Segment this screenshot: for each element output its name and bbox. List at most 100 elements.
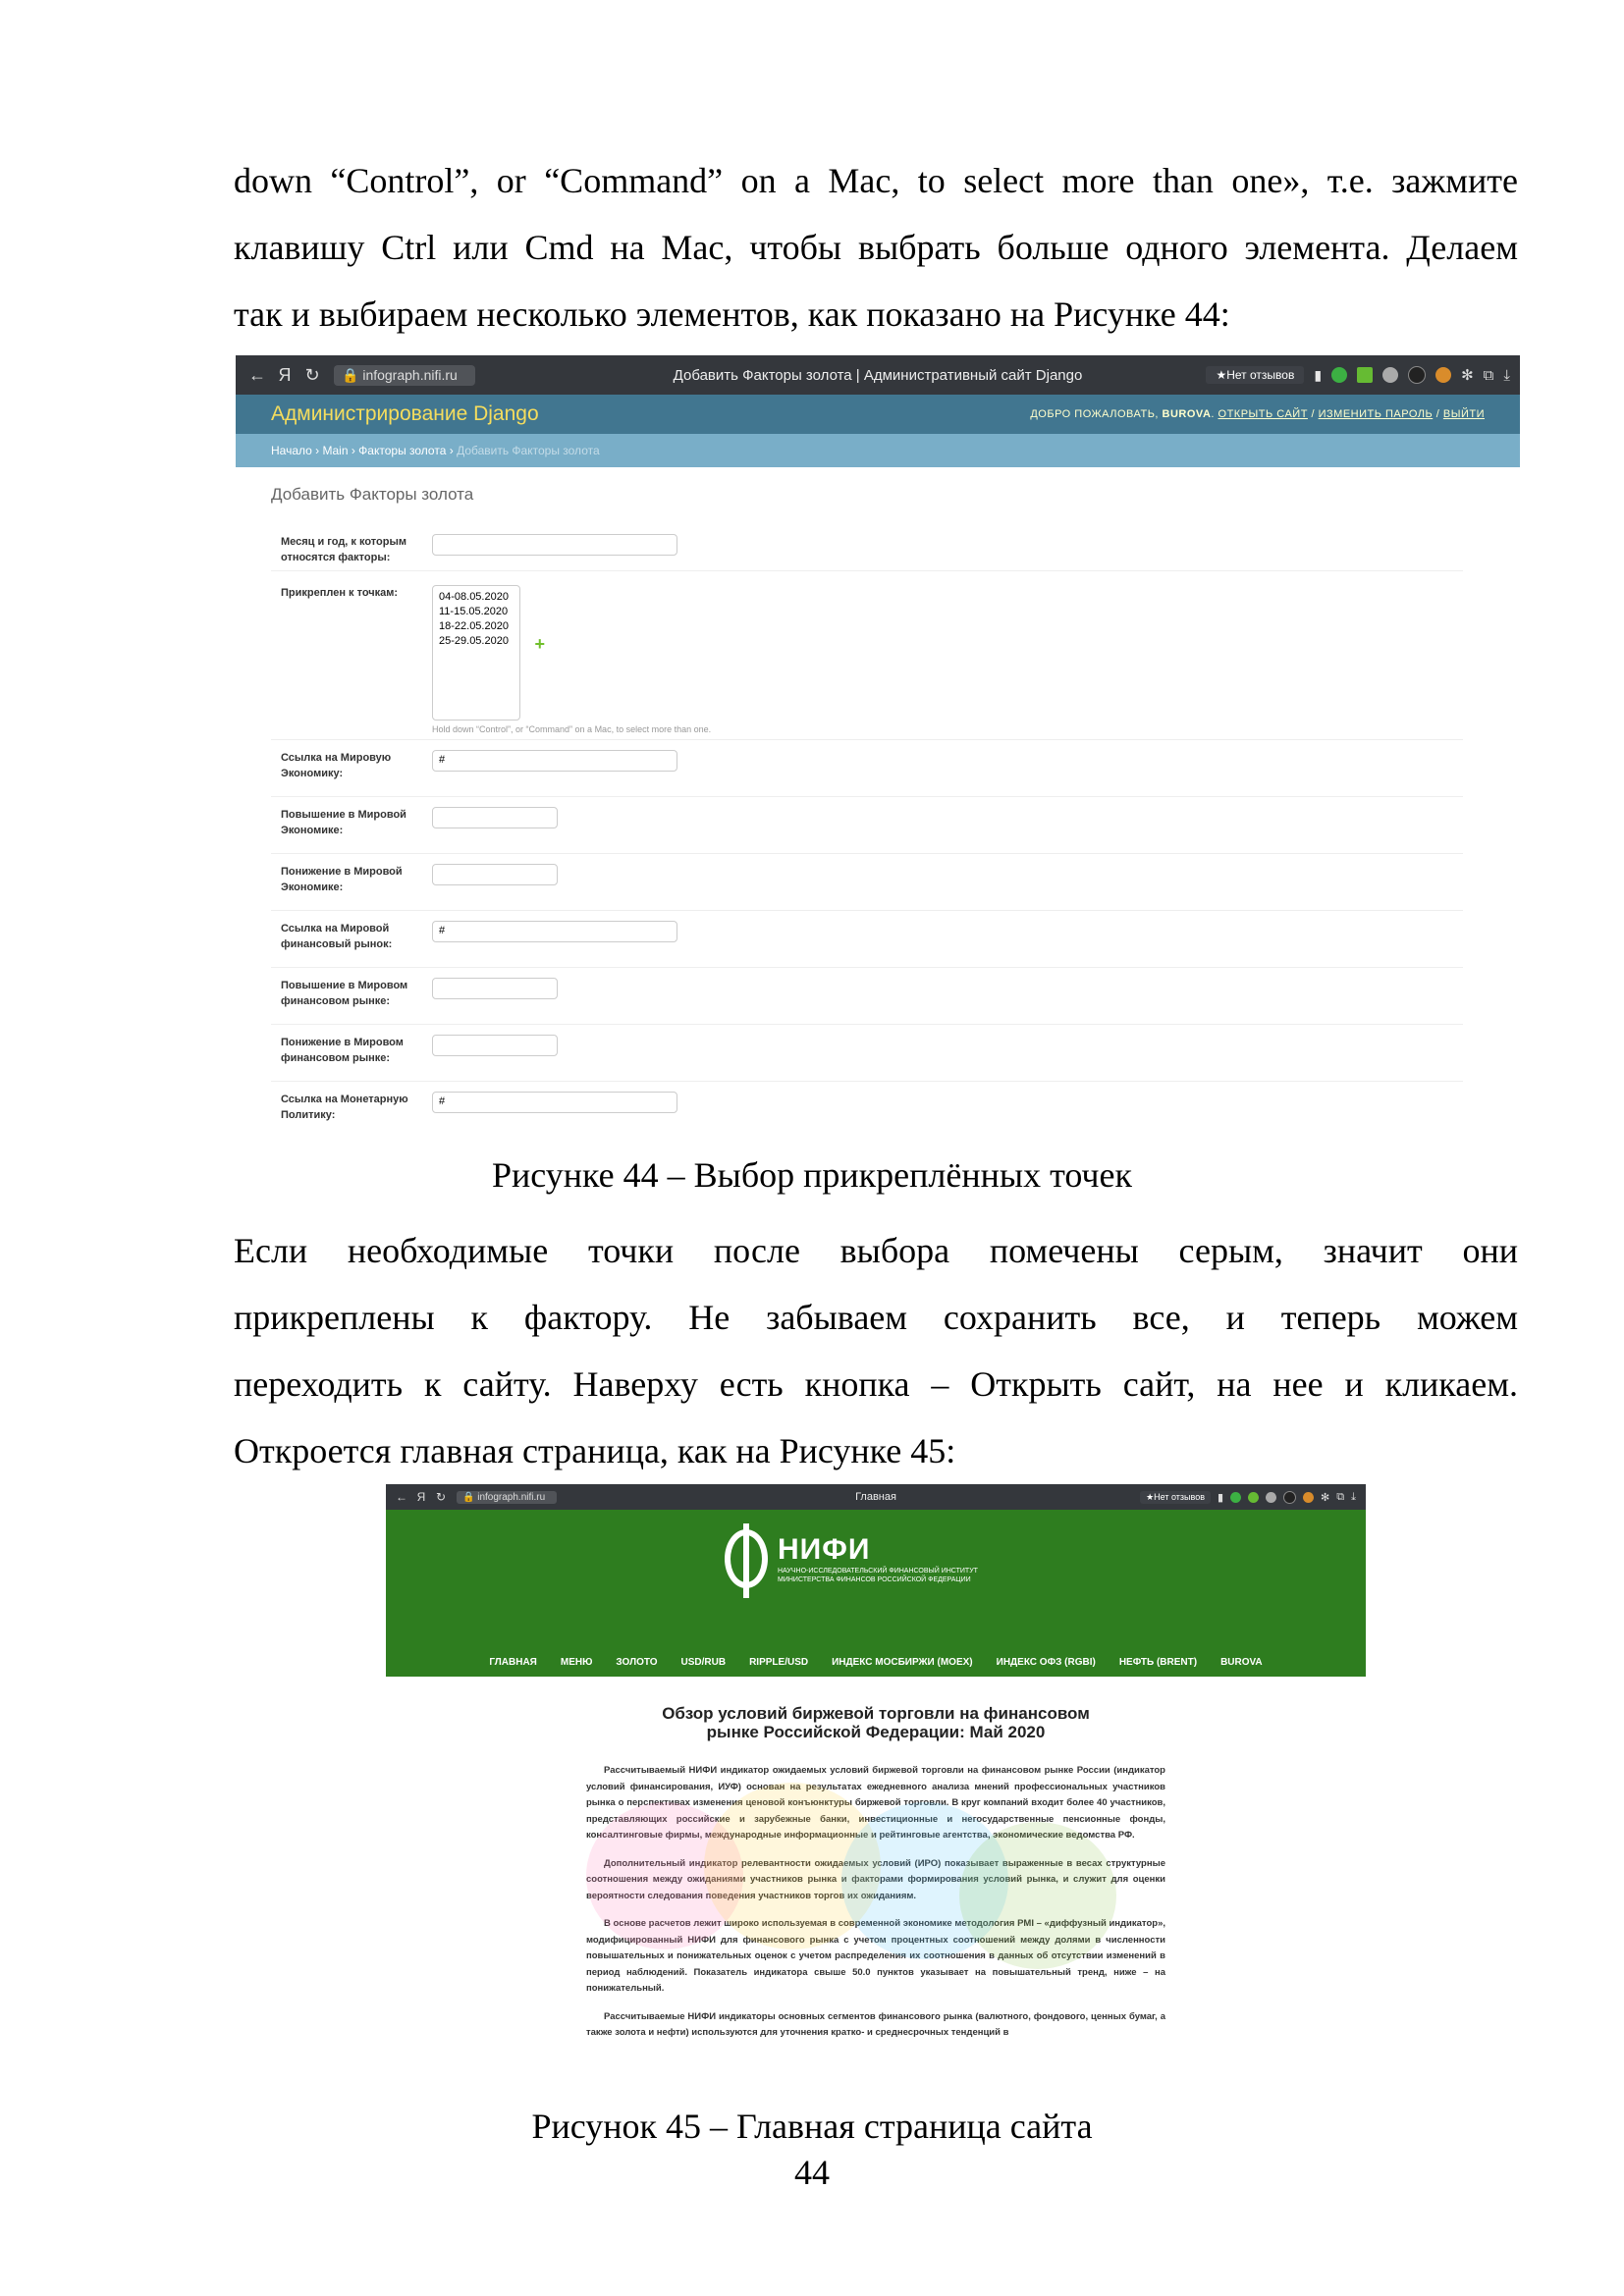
logout-link[interactable]: ВЫЙТИ: [1443, 408, 1485, 420]
react-extension-icon[interactable]: ✻: [1461, 366, 1474, 384]
world-market-down-input[interactable]: [432, 1035, 558, 1056]
world-economy-up-input[interactable]: [432, 807, 558, 828]
browser-extensions: ★Нет отзывов ▮ ✻ ⧉ ⤓: [1140, 1490, 1356, 1504]
breadcrumb-gold-factors[interactable]: Факторы золота: [358, 444, 446, 457]
monetary-policy-link-input[interactable]: #: [432, 1092, 677, 1113]
reload-icon[interactable]: ↻: [298, 365, 326, 386]
nav-item-home[interactable]: ГЛАВНАЯ: [489, 1657, 537, 1668]
nav-item-menu[interactable]: МЕНЮ: [561, 1657, 593, 1668]
nav-item-moex[interactable]: ИНДЕКС МОСБИРЖИ (MOEX): [832, 1657, 973, 1668]
form-row-monetary-policy-link: Ссылка на Монетарную Политику: #: [271, 1082, 1463, 1138]
world-market-link-input[interactable]: #: [432, 921, 677, 942]
admin-content: Добавить Факторы золота Месяц и год, к к…: [236, 485, 1520, 1138]
world-economy-down-input[interactable]: [432, 864, 558, 885]
field-label: Понижение в Мировом финансовом рынке:: [281, 1037, 404, 1064]
download-icon[interactable]: ⤓: [1503, 367, 1510, 384]
reviews-button[interactable]: ★Нет отзывов: [1206, 366, 1305, 384]
chat-extension-icon[interactable]: ⧉: [1336, 1491, 1344, 1504]
article-title-line: рынке Российской Федерации: Май 2020: [706, 1723, 1046, 1741]
breadcrumb-current: Добавить Факторы золота: [457, 444, 600, 457]
back-arrow-icon[interactable]: ←: [244, 365, 271, 386]
chat-extension-icon[interactable]: ⧉: [1484, 367, 1494, 384]
field-label: Прикреплен к точкам:: [281, 587, 399, 599]
field-label: Повышение в Мировом финансовом рынке:: [281, 980, 408, 1007]
select-option[interactable]: 04-08.05.2020: [439, 590, 514, 605]
tab-title: Главная: [855, 1491, 896, 1503]
field-label: Ссылка на Мировую Экономику:: [281, 752, 392, 779]
yandex-icon[interactable]: Я: [271, 365, 298, 386]
month-year-input[interactable]: [432, 534, 677, 556]
nav-item-user[interactable]: BUROVA: [1220, 1657, 1263, 1668]
figure-44-caption: Рисунке 44 – Выбор прикреплённых точек: [492, 1155, 1132, 1195]
cookie-extension-icon[interactable]: [1435, 367, 1452, 383]
nav-item-rippleusd[interactable]: RIPPLE/USD: [749, 1657, 808, 1668]
article-body: Рассчитываемый НИФИ индикатор ожидаемых …: [586, 1763, 1165, 2042]
select-option[interactable]: 11-15.05.2020: [439, 605, 514, 619]
address-bar[interactable]: 🔒 infograph.nifi.ru: [457, 1490, 557, 1504]
globe-extension-icon[interactable]: [1382, 367, 1399, 383]
middle-line: переходить к сайту. Наверху есть кнопка …: [234, 1364, 1518, 1404]
form-row-attached-points: Прикреплен к точкам: 04-08.05.2020 11-15…: [271, 571, 1463, 740]
field-label: Ссылка на Монетарную Политику:: [281, 1094, 408, 1121]
world-market-up-input[interactable]: [432, 978, 558, 999]
select-option[interactable]: 18-22.05.2020: [439, 619, 514, 634]
nav-item-rgbi[interactable]: ИНДЕКС ОФЗ (RGBI): [997, 1657, 1096, 1668]
glasses-extension-icon[interactable]: [1283, 1490, 1297, 1504]
yandex-icon[interactable]: Я: [411, 1490, 431, 1504]
middle-line: Откроется главная страница, как на Рисун…: [234, 1431, 956, 1470]
django-brand[interactable]: Администрирование Django: [271, 402, 539, 426]
url-text: infograph.nifi.ru: [477, 1491, 546, 1503]
shield-extension-icon[interactable]: [1230, 1491, 1242, 1503]
globe-extension-icon[interactable]: [1266, 1491, 1277, 1503]
address-bar[interactable]: 🔒 infograph.nifi.ru: [334, 364, 475, 386]
breadcrumb-main[interactable]: Main: [322, 444, 348, 457]
article-title: Обзор условий биржевой торговли на финан…: [386, 1704, 1366, 1741]
page-number: 44: [794, 2153, 830, 2192]
bookmark-icon[interactable]: ▮: [1314, 367, 1322, 384]
cookie-extension-icon[interactable]: [1303, 1491, 1315, 1503]
logo-name: НИФИ: [778, 1533, 871, 1566]
add-point-plus-icon[interactable]: +: [534, 634, 545, 655]
points-multiselect[interactable]: 04-08.05.2020 11-15.05.2020 18-22.05.202…: [432, 585, 520, 721]
change-password-link[interactable]: ИЗМЕНИТЬ ПАРОЛЬ: [1319, 408, 1434, 420]
nav-item-usdrub[interactable]: USD/RUB: [681, 1657, 727, 1668]
article-title-line: Обзор условий биржевой торговли на финан…: [662, 1704, 1090, 1723]
download-icon[interactable]: ⤓: [1351, 1491, 1356, 1504]
glasses-extension-icon[interactable]: [1408, 366, 1427, 384]
browser-extensions: ★Нет отзывов ▮ ✻ ⧉ ⤓: [1206, 366, 1510, 384]
breadcrumb: Начало › Main › Факторы золота › Добавит…: [236, 434, 1520, 467]
open-site-link[interactable]: ОТКРЫТЬ САЙТ: [1218, 408, 1308, 420]
nav-item-gold[interactable]: ЗОЛОТО: [616, 1657, 657, 1668]
select-option[interactable]: 25-29.05.2020: [439, 634, 514, 649]
middle-line: прикреплены к фактору. Не забываем сохра…: [234, 1298, 1518, 1337]
field-label: Повышение в Мировой Экономике:: [281, 809, 406, 836]
shield-extension-icon[interactable]: [1331, 367, 1348, 383]
form-row-world-economy-up: Повышение в Мировой Экономике:: [271, 797, 1463, 854]
react-extension-icon[interactable]: ✻: [1321, 1491, 1329, 1504]
bookmark-icon[interactable]: ▮: [1218, 1491, 1223, 1504]
reviews-button[interactable]: ★Нет отзывов: [1140, 1490, 1211, 1504]
help-text: Hold down “Control”, or “Command” on a M…: [432, 724, 712, 734]
nifi-logo[interactable]: НИФИ НАУЧНО-ИССЛЕДОВАТЕЛЬСКИЙ ФИНАНСОВЫЙ…: [725, 1523, 978, 1598]
field-label: Понижение в Мировой Экономике:: [281, 866, 403, 893]
middle-line: Если необходимые точки после выбора поме…: [234, 1231, 1518, 1270]
breadcrumb-home[interactable]: Начало: [271, 444, 312, 457]
form-row-world-economy-link: Ссылка на Мировую Экономику: #: [271, 740, 1463, 797]
django-header: Администрирование Django ДОБРО ПОЖАЛОВАТ…: [236, 395, 1520, 434]
background-blob: [959, 1822, 1116, 1969]
page-title: Добавить Факторы золота: [271, 485, 474, 504]
download-extension-icon[interactable]: [1357, 367, 1374, 383]
intro-line: down “Control”, or “Command” on a Mac, t…: [234, 161, 1518, 200]
download-extension-icon[interactable]: [1248, 1491, 1260, 1503]
intro-line: клавишу Ctrl или Cmd на Mac, чтобы выбра…: [234, 228, 1518, 267]
url-text: infograph.nifi.ru: [362, 366, 458, 383]
logo-subtitle-1: НАУЧНО-ИССЛЕДОВАТЕЛЬСКИЙ ФИНАНСОВЫЙ ИНСТ…: [778, 1568, 978, 1575]
world-economy-link-input[interactable]: #: [432, 750, 677, 772]
field-label: Ссылка на Мировой финансовый рынок:: [281, 923, 393, 950]
figure-45-caption: Рисунок 45 – Главная страница сайта: [531, 2107, 1093, 2146]
username: BUROVA: [1162, 408, 1212, 420]
site-header: НИФИ НАУЧНО-ИССЛЕДОВАТЕЛЬСКИЙ ФИНАНСОВЫЙ…: [386, 1510, 1366, 1677]
reload-icon[interactable]: ↻: [431, 1490, 451, 1504]
nav-item-brent[interactable]: НЕФТЬ (BRENT): [1119, 1657, 1197, 1668]
back-arrow-icon[interactable]: ←: [392, 1490, 411, 1504]
